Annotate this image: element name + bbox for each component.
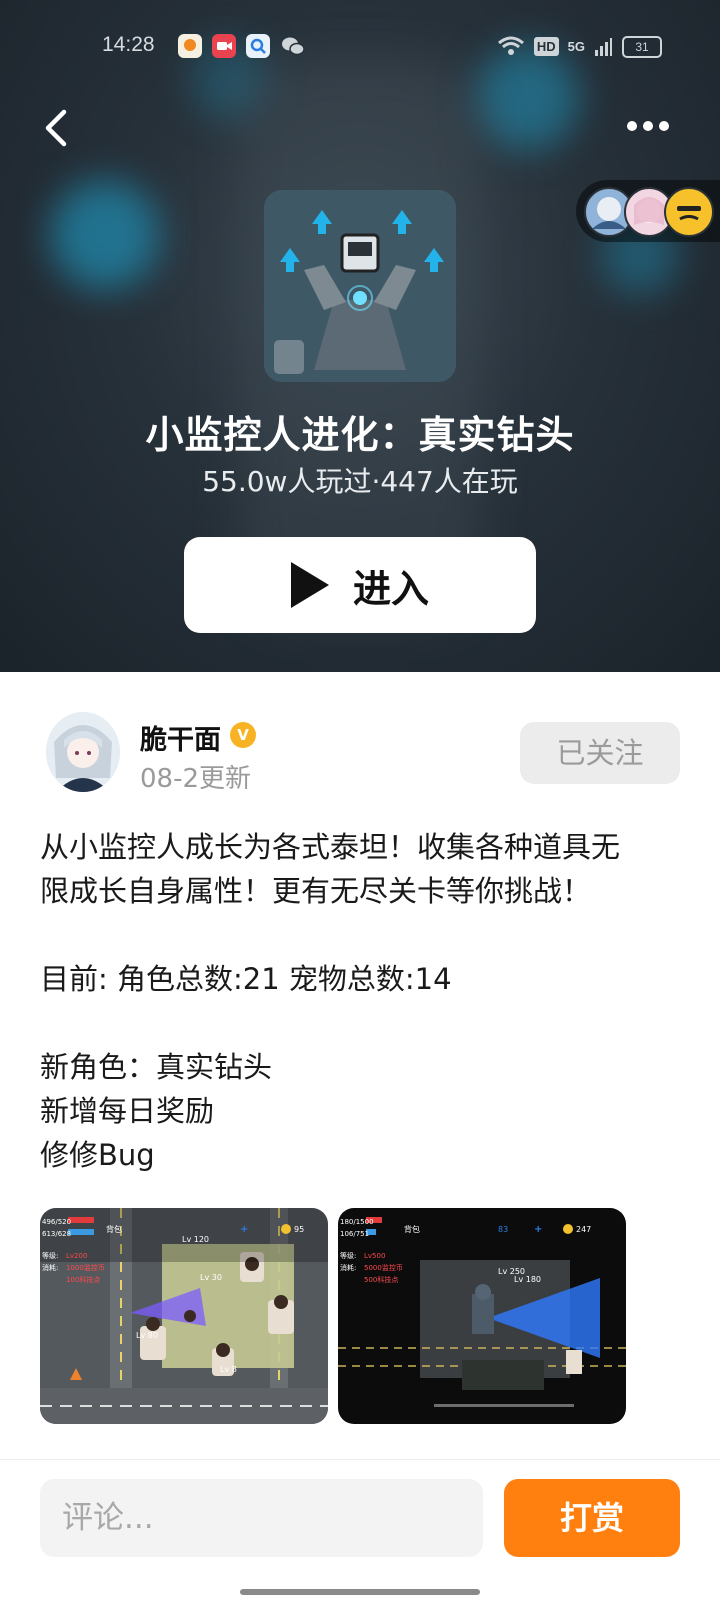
wifi-icon bbox=[497, 36, 524, 55]
description-line: 修修Bug bbox=[40, 1138, 155, 1172]
level-value: Lv500 bbox=[364, 1252, 385, 1260]
update-date: 08-2更新 bbox=[140, 764, 252, 794]
game-screenshot-1[interactable]: 496/520 613/628 背包 + 95 Lv 120 等级: Lv200… bbox=[40, 1208, 328, 1424]
level-label: 等级: bbox=[42, 1251, 58, 1260]
follow-button[interactable]: 已关注 bbox=[520, 722, 680, 784]
level-label: 等级: bbox=[340, 1251, 356, 1260]
hp-readout: 180/1500 bbox=[340, 1218, 374, 1226]
status-time: 14:28 bbox=[102, 33, 155, 56]
level-value: Lv200 bbox=[66, 1252, 87, 1260]
mp-readout: 106/751 bbox=[340, 1230, 369, 1238]
author-name[interactable]: 脆干面 bbox=[140, 718, 221, 757]
wechat-icon bbox=[280, 34, 305, 58]
status-bar: 14:28 HD 5G 31 bbox=[0, 28, 720, 64]
description-line: 新角色：真实钻头 bbox=[40, 1050, 273, 1084]
comment-input[interactable]: 评论... bbox=[40, 1479, 483, 1557]
plus-icon: + bbox=[534, 1224, 542, 1235]
description-line: 限成长自身属性！更有无尽关卡等你挑战！ bbox=[40, 874, 592, 908]
level-tag: Lv 180 bbox=[514, 1275, 541, 1284]
network-5g-icon: 5G bbox=[567, 38, 585, 54]
cost-value: 1000监控币 bbox=[66, 1263, 105, 1272]
level-tag: Lv 8 bbox=[220, 1365, 237, 1374]
bottom-bar: 评论... 打赏 bbox=[0, 1459, 720, 1601]
game-hero: 14:28 HD 5G 31 小监控人进化：真实钻头 55.0w人玩过·447人… bbox=[0, 0, 720, 672]
level-tag: Lv 120 bbox=[182, 1235, 209, 1244]
signal-icon bbox=[595, 38, 612, 56]
bag-label: 背包 bbox=[404, 1224, 420, 1234]
author-avatar[interactable] bbox=[46, 712, 120, 792]
coins-readout: 247 bbox=[576, 1225, 591, 1234]
hp-readout: 496/520 bbox=[42, 1218, 71, 1226]
back-button[interactable] bbox=[38, 108, 78, 148]
more-button[interactable] bbox=[624, 116, 672, 136]
player-avatar bbox=[664, 187, 714, 237]
cost-label: 消耗: bbox=[42, 1263, 58, 1272]
description-line: 目前: 角色总数:21 宠物总数:14 bbox=[40, 962, 452, 996]
status-indicators: HD 5G bbox=[497, 35, 612, 57]
battery-icon: 31 bbox=[622, 36, 662, 58]
level-tag: Lv 80 bbox=[136, 1331, 158, 1340]
verified-badge-icon: V bbox=[230, 722, 256, 748]
mp-readout: 613/628 bbox=[42, 1230, 71, 1238]
chevron-left-icon bbox=[45, 109, 67, 147]
gems-readout: 83 bbox=[498, 1225, 508, 1234]
cost-points: 500科技点 bbox=[364, 1275, 398, 1284]
cost-value: 5000监控币 bbox=[364, 1263, 403, 1272]
description-line: 新增每日奖励 bbox=[40, 1094, 215, 1128]
play-icon bbox=[290, 562, 329, 608]
search-app-icon bbox=[246, 34, 270, 58]
tip-button[interactable]: 打赏 bbox=[504, 1479, 680, 1557]
bag-label: 背包 bbox=[106, 1224, 122, 1234]
game-screenshot-2[interactable]: 180/1500 106/751 背包 83 + 247 等级: Lv500 消… bbox=[338, 1208, 626, 1424]
cost-label: 消耗: bbox=[340, 1263, 356, 1272]
level-tag: Lv 30 bbox=[200, 1273, 222, 1282]
video-app-icon bbox=[212, 34, 236, 58]
enter-game-button[interactable]: 进入 bbox=[184, 537, 536, 633]
game-icon bbox=[264, 190, 456, 382]
game-stats: 55.0w人玩过·447人在玩 bbox=[202, 465, 518, 498]
enter-label: 进入 bbox=[352, 566, 429, 611]
players-avatars[interactable] bbox=[576, 180, 720, 242]
home-indicator[interactable] bbox=[240, 1589, 480, 1595]
coins-readout: 95 bbox=[294, 1225, 304, 1234]
hd-icon: HD bbox=[533, 36, 559, 56]
game-title: 小监控人进化：真实钻头 bbox=[145, 413, 575, 457]
more-dots-icon bbox=[627, 121, 669, 131]
gems-readout: + bbox=[240, 1224, 248, 1235]
app-notification-icon bbox=[178, 34, 202, 58]
cost-points: 100科技点 bbox=[66, 1275, 100, 1284]
description-line: 从小监控人成长为各式泰坦！收集各种道具无 bbox=[40, 830, 621, 864]
